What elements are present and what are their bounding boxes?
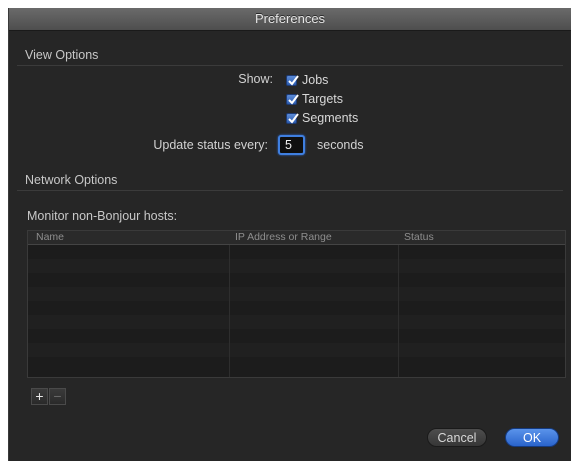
empty-row — [28, 245, 565, 259]
targets-checkbox-row[interactable]: Targets — [286, 91, 343, 107]
view-options-header: View Options — [25, 48, 99, 62]
column-ip-address[interactable]: IP Address or Range — [235, 231, 332, 244]
hosts-table[interactable]: Name IP Address or Range Status — [27, 230, 566, 378]
remove-host-button[interactable]: − — [49, 388, 66, 405]
column-status[interactable]: Status — [404, 231, 434, 244]
segments-checkbox-row[interactable]: Segments — [286, 110, 358, 126]
network-options-divider — [17, 190, 563, 191]
cancel-button[interactable]: Cancel — [427, 428, 487, 447]
empty-row — [28, 273, 565, 287]
monitor-hosts-label: Monitor non-Bonjour hosts: — [27, 209, 178, 223]
column-divider — [398, 245, 399, 377]
window-title: Preferences — [9, 8, 571, 31]
targets-checkbox[interactable] — [286, 93, 299, 105]
empty-row — [28, 343, 565, 357]
add-host-button[interactable]: + — [31, 388, 48, 405]
empty-row — [28, 301, 565, 315]
show-label: Show: — [238, 72, 273, 86]
jobs-checkbox[interactable] — [286, 74, 299, 86]
empty-row — [28, 287, 565, 301]
preferences-window: Preferences View Options Show: Jobs Targ… — [8, 8, 571, 461]
empty-row — [28, 329, 565, 343]
column-divider — [229, 245, 230, 377]
segments-checkbox[interactable] — [286, 112, 299, 124]
hosts-table-header: Name IP Address or Range Status — [28, 231, 565, 245]
view-options-divider — [17, 65, 563, 66]
ok-button[interactable]: OK — [505, 428, 559, 447]
network-options-header: Network Options — [25, 173, 118, 187]
jobs-checkbox-row[interactable]: Jobs — [286, 72, 328, 88]
segments-label: Segments — [302, 111, 359, 125]
empty-row — [28, 259, 565, 273]
jobs-label: Jobs — [302, 73, 329, 87]
seconds-unit-label: seconds — [317, 138, 364, 152]
update-status-label: Update status every: — [153, 138, 268, 152]
empty-row — [28, 357, 565, 371]
empty-row — [28, 315, 565, 329]
targets-label: Targets — [302, 92, 343, 106]
hosts-table-body[interactable] — [28, 245, 565, 377]
update-interval-field[interactable]: 5 — [278, 135, 305, 155]
column-name[interactable]: Name — [36, 231, 64, 244]
